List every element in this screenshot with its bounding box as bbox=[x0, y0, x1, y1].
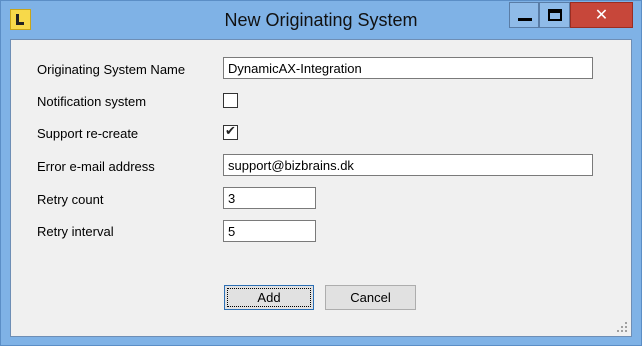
maximize-button[interactable] bbox=[539, 2, 570, 28]
error-email-label: Error e-mail address bbox=[37, 159, 155, 174]
dialog-body: Originating System Name DynamicAX-Integr… bbox=[10, 39, 632, 337]
retry-count-field[interactable]: 3 bbox=[223, 187, 316, 209]
cancel-button-label: Cancel bbox=[350, 290, 391, 305]
retry-interval-field[interactable]: 5 bbox=[223, 220, 316, 242]
cancel-button[interactable]: Cancel bbox=[325, 285, 416, 310]
support-recreate-checkbox[interactable]: ✔ bbox=[223, 124, 238, 140]
minimize-icon bbox=[518, 18, 532, 21]
add-button-label: Add bbox=[257, 290, 281, 305]
support-recreate-label: Support re-create bbox=[37, 126, 139, 141]
originating-system-name-field[interactable]: DynamicAX-Integration bbox=[223, 57, 593, 79]
maximize-icon bbox=[548, 9, 562, 21]
checkmark-icon: ✔ bbox=[225, 124, 236, 139]
error-email-field[interactable]: support@bizbrains.dk bbox=[223, 154, 593, 176]
notification-system-label: Notification system bbox=[37, 94, 147, 109]
notification-system-checkbox[interactable] bbox=[223, 93, 238, 108]
originating-system-name-label: Originating System Name bbox=[37, 62, 186, 77]
retry-count-label: Retry count bbox=[37, 192, 104, 207]
minimize-button[interactable] bbox=[509, 2, 539, 28]
close-icon: ✕ bbox=[594, 5, 609, 24]
title-bar[interactable]: New Originating System ✕ bbox=[1, 1, 641, 39]
add-button[interactable]: Add bbox=[224, 285, 314, 310]
dialog-window: New Originating System ✕ Originating Sys… bbox=[0, 0, 642, 346]
close-button[interactable]: ✕ bbox=[570, 2, 633, 28]
retry-interval-label: Retry interval bbox=[37, 224, 114, 239]
resize-grip-icon[interactable] bbox=[617, 322, 627, 332]
